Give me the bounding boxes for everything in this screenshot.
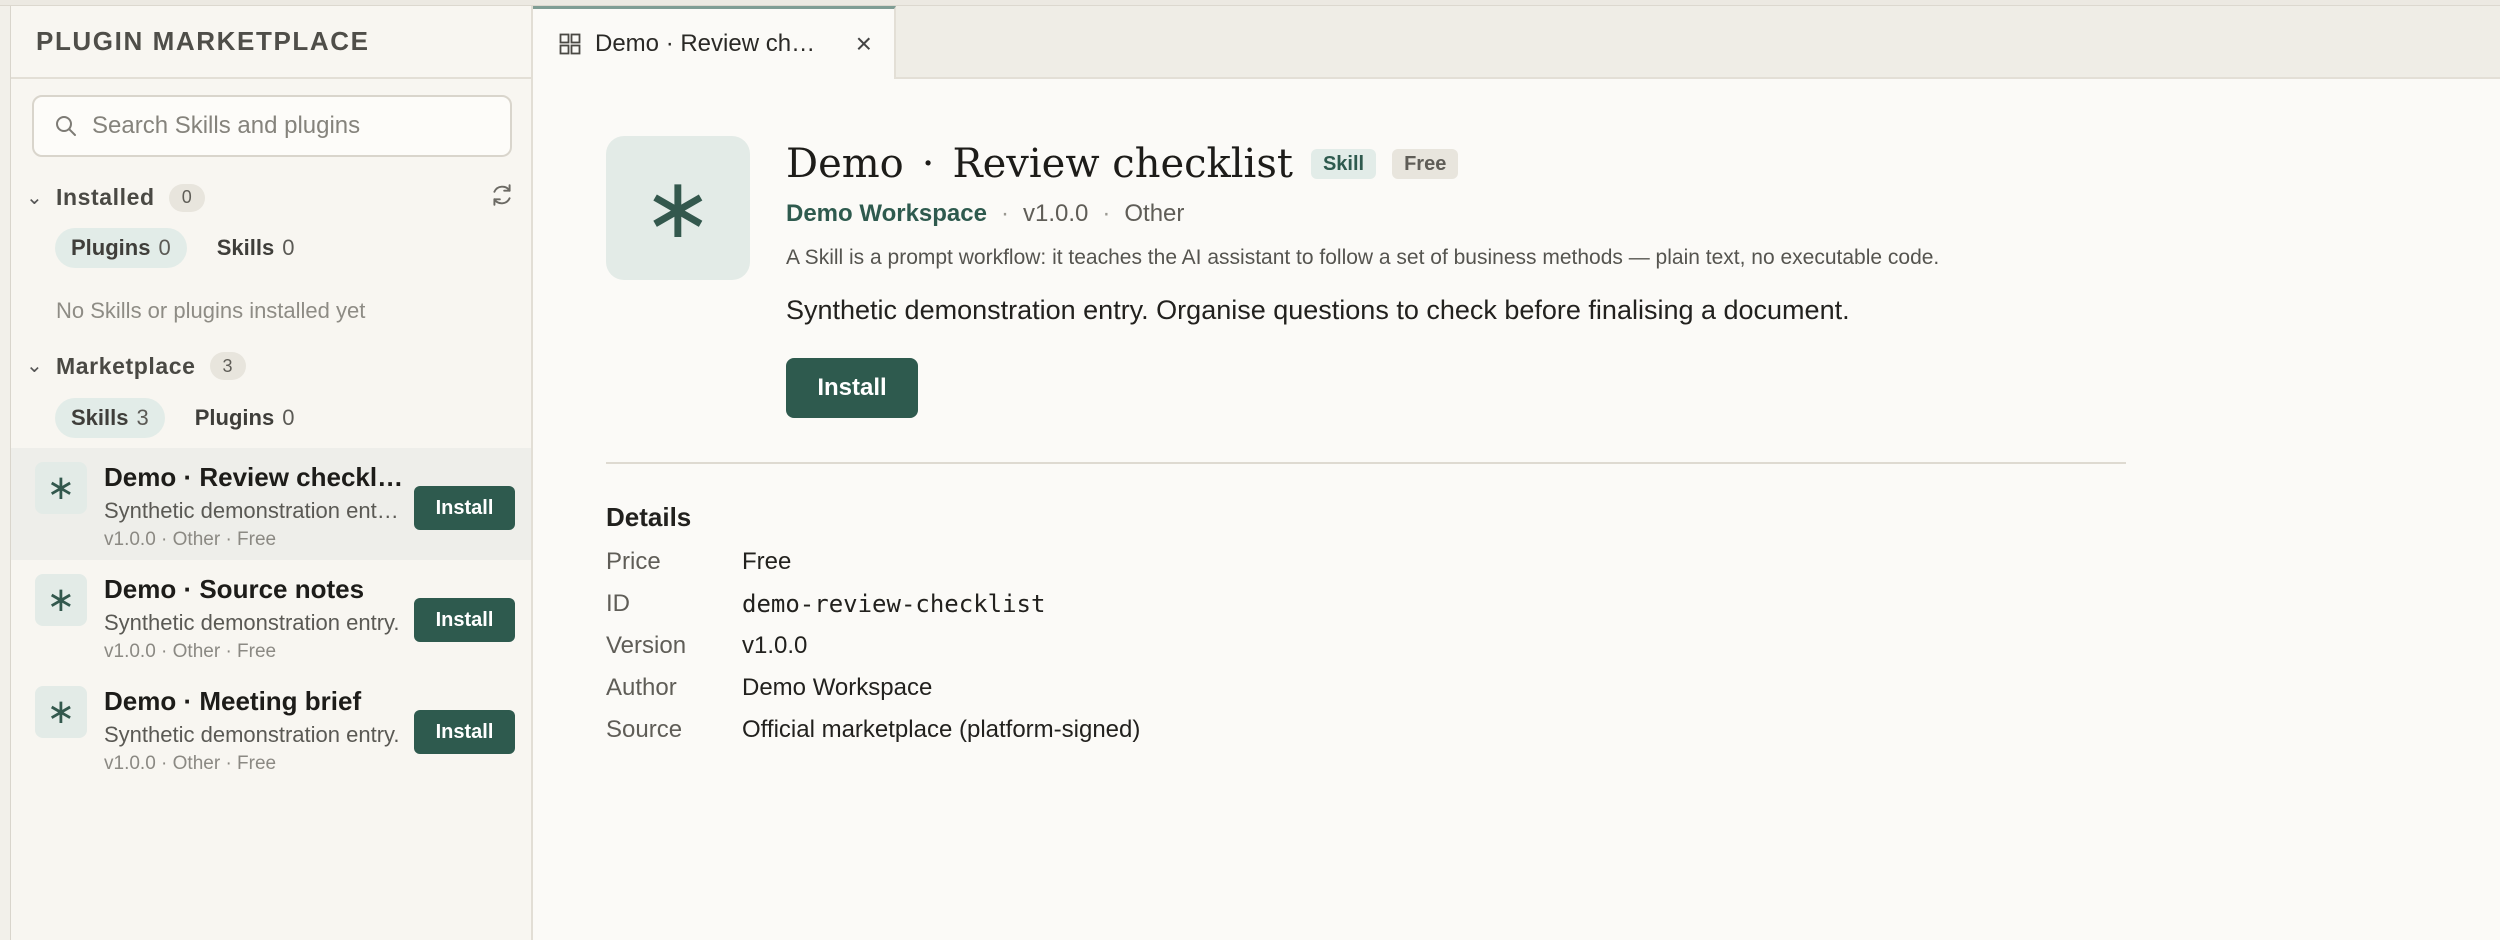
marketplace-count-badge: 3 <box>209 352 246 380</box>
author-link[interactable]: Demo Workspace <box>786 200 987 228</box>
detail-row-id: ID demo-review-checklist <box>606 590 1045 618</box>
detail-key: Price <box>606 548 661 575</box>
price-badge: Free <box>1392 149 1459 179</box>
chevron-down-icon[interactable]: ⌄ <box>26 356 46 376</box>
pill-count: 3 <box>136 405 149 430</box>
installed-count-badge: 0 <box>168 183 205 212</box>
item-title: Demo · Review checklist <box>104 462 404 492</box>
pill-count: 0 <box>282 405 295 430</box>
version-text: v1.0.0 <box>1022 200 1089 227</box>
detail-key: ID <box>606 590 630 617</box>
detail-value: Demo Workspace <box>742 674 933 701</box>
marketplace-sidebar: PLUGIN MARKETPLACE ⌄ Installed 0 Plugins… <box>11 6 533 940</box>
skill-explanation: A Skill is a prompt workflow: it teaches… <box>786 246 1940 269</box>
title-separator: · <box>921 141 935 187</box>
installed-filter-tabs: Plugins 0 Skills 0 <box>55 228 310 268</box>
detail-row-version: Version v1.0.0 <box>606 632 807 660</box>
installed-empty-text: No Skills or plugins installed yet <box>56 298 366 323</box>
detail-description: Synthetic demonstration entry. Organise … <box>786 295 1850 325</box>
category-text: Other <box>1124 200 1185 227</box>
chevron-down-icon[interactable]: ⌄ <box>26 188 46 208</box>
install-button[interactable]: Install <box>786 358 918 418</box>
editor-tab-bar: Demo · Review checklist × <box>533 6 2500 79</box>
pill-label: Plugins <box>194 405 275 430</box>
install-button[interactable]: Install <box>414 598 515 642</box>
close-icon[interactable]: × <box>856 30 872 58</box>
asterisk-icon: ∗ <box>606 136 750 280</box>
type-badge: Skill <box>1310 149 1377 179</box>
meta-separator: · <box>1000 200 1009 227</box>
search-box[interactable] <box>32 95 512 157</box>
item-title: Demo · Source notes <box>104 574 365 604</box>
list-item[interactable]: ∗ Demo · Source notes Synthetic demonstr… <box>11 560 531 672</box>
title-prefix: Demo <box>786 141 904 187</box>
item-meta: v1.0.0 · Other · Free <box>104 529 277 550</box>
sidebar-title: PLUGIN MARKETPLACE <box>36 26 370 56</box>
pill-label: Skills <box>216 235 275 260</box>
item-title: Demo · Meeting brief <box>104 686 362 716</box>
marketplace-list: ∗ Demo · Review checklist Synthetic demo… <box>11 448 531 784</box>
asterisk-icon: ∗ <box>35 686 87 738</box>
list-item[interactable]: ∗ Demo · Review checklist Synthetic demo… <box>11 448 531 560</box>
meta-separator: · <box>1102 200 1111 227</box>
pill-label: Plugins <box>71 235 151 260</box>
asterisk-icon: ∗ <box>35 462 87 514</box>
details-heading: Details <box>606 502 692 532</box>
marketplace-tab-plugins[interactable]: Plugins 0 <box>179 398 311 438</box>
detail-row-source: Source Official marketplace (platform-si… <box>606 716 1140 744</box>
item-description: Synthetic demonstration entry. <box>104 722 400 747</box>
tab-label: Demo · Review checklist <box>595 30 825 57</box>
detail-value: v1.0.0 <box>742 632 808 659</box>
detail-row-author: Author Demo Workspace <box>606 674 932 702</box>
installed-label: Installed <box>56 184 155 210</box>
page-title: Review checklist <box>952 141 1293 187</box>
divider <box>606 462 2126 464</box>
detail-value: demo-review-checklist <box>742 590 1046 618</box>
marketplace-tab-skills[interactable]: Skills 3 <box>55 398 165 438</box>
detail-title-row: Demo · Review checklist Skill Free <box>786 136 1459 192</box>
installed-tab-skills[interactable]: Skills 0 <box>201 228 311 268</box>
tab-review-checklist[interactable]: Demo · Review checklist × <box>533 6 896 79</box>
item-description: Synthetic demonstration entry. <box>104 610 400 635</box>
refresh-icon[interactable] <box>489 182 515 213</box>
detail-key: Source <box>606 716 683 743</box>
detail-row-price: Price Free <box>606 548 791 576</box>
install-button[interactable]: Install <box>414 486 515 530</box>
pill-label: Skills <box>71 405 129 430</box>
detail-meta: Demo Workspace · v1.0.0 · Other <box>786 200 1184 228</box>
installed-tab-plugins[interactable]: Plugins 0 <box>55 228 187 268</box>
asterisk-icon: ∗ <box>35 574 87 626</box>
search-icon <box>56 116 76 136</box>
marketplace-label: Marketplace <box>56 352 196 379</box>
pill-count: 0 <box>282 235 295 260</box>
activity-bar <box>0 6 11 940</box>
item-description: Synthetic demonstration entry. Organise … <box>104 498 404 523</box>
detail-value: Free <box>742 548 792 575</box>
detail-value: Official marketplace (platform-signed) <box>742 716 1141 743</box>
item-meta: v1.0.0 · Other · Free <box>104 753 277 774</box>
list-item[interactable]: ∗ Demo · Meeting brief Synthetic demonst… <box>11 672 531 784</box>
pill-count: 0 <box>158 235 171 260</box>
item-meta: v1.0.0 · Other · Free <box>104 641 277 662</box>
installed-section-header[interactable]: ⌄ Installed 0 <box>26 182 521 213</box>
marketplace-filter-tabs: Skills 3 Plugins 0 <box>55 398 310 438</box>
install-button[interactable]: Install <box>414 710 515 754</box>
sidebar-header: PLUGIN MARKETPLACE <box>11 6 531 79</box>
grid-icon <box>559 33 581 55</box>
detail-key: Version <box>606 632 687 659</box>
detail-key: Author <box>606 674 677 701</box>
marketplace-section-header[interactable]: ⌄ Marketplace 3 <box>26 352 521 380</box>
search-input[interactable] <box>92 112 492 140</box>
